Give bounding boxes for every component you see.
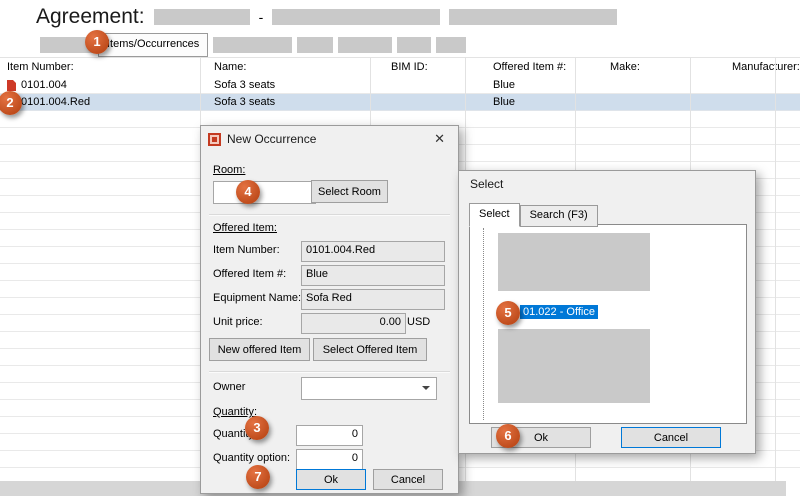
- redacted-tab[interactable]: [436, 37, 466, 53]
- item-number-text: 0101.004: [21, 77, 67, 94]
- page-title: Agreement:: [36, 5, 145, 29]
- col-item-number[interactable]: Item Number:: [0, 58, 207, 77]
- cell-offered-item: Blue: [486, 94, 603, 111]
- new-offered-item-button[interactable]: New offered Item: [209, 338, 310, 361]
- occurrence-app-icon: [208, 133, 221, 146]
- item-number-label: Item Number:: [213, 244, 280, 256]
- equipment-name-field[interactable]: Sofa Red: [301, 289, 445, 310]
- cell-bim-id: [384, 94, 486, 111]
- col-manufacturer[interactable]: Manufacturer:: [725, 58, 800, 77]
- owner-label: Owner: [213, 381, 245, 393]
- separator: [209, 214, 450, 216]
- unit-price-field[interactable]: 0.00: [301, 313, 406, 334]
- callout-badge-5: 5: [496, 301, 520, 325]
- cell-name: Sofa 3 seats: [207, 94, 384, 111]
- cancel-button[interactable]: Cancel: [621, 427, 721, 448]
- tree-item-selected[interactable]: 01.022 - Office: [520, 305, 598, 319]
- cell-manufacturer: [725, 94, 800, 111]
- redacted-agreement-info: [449, 9, 617, 25]
- col-offered-item[interactable]: Offered Item #:: [486, 58, 603, 77]
- cell-item-number: 0101.004.Red: [0, 94, 207, 111]
- unit-price-label: Unit price:: [213, 316, 263, 328]
- redacted-tab[interactable]: [338, 37, 392, 53]
- quantity-field[interactable]: 0: [296, 425, 363, 446]
- quantity-option-label: Quantity option:: [213, 452, 290, 464]
- col-make[interactable]: Make:: [603, 58, 725, 77]
- document-icon: [7, 80, 16, 91]
- separator: [209, 371, 450, 373]
- redacted-tree-items[interactable]: [498, 233, 650, 291]
- table-header-row: Item Number: Name: BIM ID: Offered Item …: [0, 57, 800, 78]
- col-bim-id[interactable]: BIM ID:: [384, 58, 486, 77]
- cancel-button[interactable]: Cancel: [373, 469, 443, 490]
- callout-badge-6: 6: [496, 424, 520, 448]
- room-label: Room:: [213, 164, 245, 176]
- callout-badge-4: 4: [236, 180, 260, 204]
- redacted-tab[interactable]: [213, 37, 292, 53]
- col-name[interactable]: Name:: [207, 58, 384, 77]
- offered-item-section-label: Offered Item:: [213, 222, 277, 234]
- quantity-option-field[interactable]: 0: [296, 449, 363, 470]
- owner-dropdown[interactable]: [301, 377, 437, 400]
- quantity-section-label: Quantity:: [213, 406, 257, 418]
- tab-select[interactable]: Select: [469, 203, 520, 227]
- redacted-agreement-name: [272, 9, 440, 25]
- app-window: Agreement: - Items/Occurrences Item Numb…: [0, 0, 800, 496]
- agreement-header: Agreement: -: [0, 0, 800, 33]
- header-separator: -: [259, 9, 264, 25]
- dialog-title: New Occurrence: [227, 132, 316, 146]
- tree-guide-line: [483, 228, 484, 420]
- room-field[interactable]: [213, 181, 316, 204]
- ok-button[interactable]: Ok: [296, 469, 366, 490]
- tab-items-occurrences[interactable]: Items/Occurrences: [98, 33, 208, 57]
- offered-item-no-label: Offered Item #:: [213, 268, 286, 280]
- currency-label: USD: [407, 316, 430, 328]
- table-row-selected[interactable]: 0101.004.Red Sofa 3 seats Blue: [0, 94, 800, 111]
- callout-badge-7: 7: [246, 465, 270, 489]
- dialog-title-bar[interactable]: Select: [459, 171, 755, 197]
- table-row[interactable]: 0101.004 Sofa 3 seats Blue: [0, 77, 800, 94]
- cell-manufacturer: [725, 77, 800, 94]
- cell-bim-id: [384, 77, 486, 94]
- item-number-field[interactable]: 0101.004.Red: [301, 241, 445, 262]
- dialog-title-bar[interactable]: New Occurrence ✕: [201, 126, 458, 152]
- select-room-button[interactable]: Select Room: [311, 180, 388, 203]
- new-occurrence-dialog: New Occurrence ✕ Room: Select Room Offer…: [200, 125, 459, 494]
- callout-badge-1: 1: [85, 30, 109, 54]
- select-dialog-tabs: Select Search (F3): [469, 203, 598, 227]
- item-number-text: 0101.004.Red: [21, 94, 90, 111]
- redacted-tab[interactable]: [297, 37, 333, 53]
- select-offered-item-button[interactable]: Select Offered Item: [313, 338, 427, 361]
- chevron-down-icon: [422, 386, 430, 390]
- cell-make: [603, 77, 725, 94]
- redacted-tree-items[interactable]: [498, 329, 650, 403]
- cell-item-number: 0101.004: [0, 77, 207, 94]
- close-icon[interactable]: ✕: [428, 130, 451, 148]
- tab-search-f3[interactable]: Search (F3): [520, 205, 598, 227]
- callout-badge-3: 3: [245, 416, 269, 440]
- offered-item-no-field[interactable]: Blue: [301, 265, 445, 286]
- dialog-title: Select: [470, 177, 503, 191]
- cell-make: [603, 94, 725, 111]
- cell-offered-item: Blue: [486, 77, 603, 94]
- equipment-name-label: Equipment Name:: [213, 292, 301, 304]
- redacted-agreement-id: [154, 9, 250, 25]
- cell-name: Sofa 3 seats: [207, 77, 384, 94]
- redacted-tab[interactable]: [397, 37, 431, 53]
